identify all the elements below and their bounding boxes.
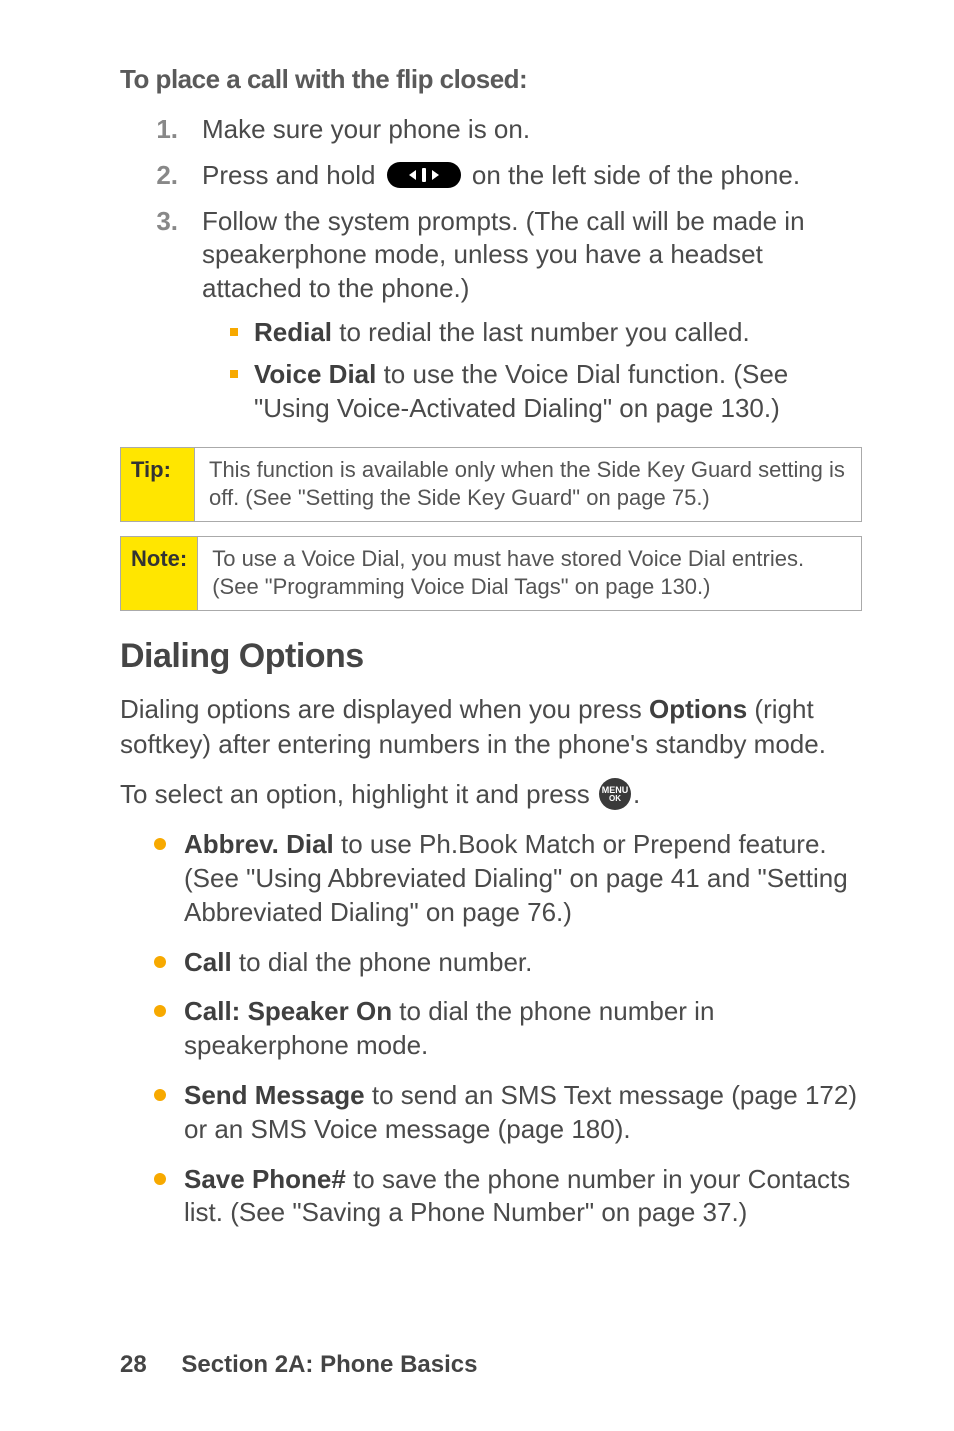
page-footer: 28 Section 2A: Phone Basics bbox=[120, 1351, 477, 1379]
tip-callout: Tip: This function is available only whe… bbox=[120, 447, 862, 522]
options-list: Abbrev. Dial to use Ph.Book Match or Pre… bbox=[154, 828, 862, 1230]
icon-line2: OK bbox=[609, 795, 621, 803]
paragraph-2: To select an option, highlight it and pr… bbox=[120, 777, 862, 812]
bold-label: Voice Dial bbox=[254, 359, 376, 389]
section-heading: Dialing Options bbox=[120, 637, 862, 676]
step-text-post: on the left side of the phone. bbox=[472, 160, 800, 190]
note-body: To use a Voice Dial, you must have store… bbox=[198, 537, 861, 610]
sub-bullet-voice-dial: Voice Dial to use the Voice Dial functio… bbox=[230, 358, 862, 426]
step-text: Press and hold on the left side of the p… bbox=[202, 159, 862, 193]
bold-label: Redial bbox=[254, 317, 332, 347]
option-abbrev-dial: Abbrev. Dial to use Ph.Book Match or Pre… bbox=[154, 828, 862, 929]
bold-label: Call: Speaker On bbox=[184, 996, 392, 1026]
step-number: 3. bbox=[154, 205, 178, 434]
step-2: 2. Press and hold on the left side of th… bbox=[154, 159, 862, 193]
step-3: 3. Follow the system prompts. (The call … bbox=[154, 205, 862, 434]
step-text: Follow the system prompts. (The call wil… bbox=[202, 205, 862, 434]
tip-label: Tip: bbox=[121, 448, 195, 521]
side-key-icon bbox=[387, 162, 461, 188]
paragraph-1: Dialing options are displayed when you p… bbox=[120, 692, 862, 761]
step-1: 1. Make sure your phone is on. bbox=[154, 113, 862, 147]
sub-bullets: Redial to redial the last number you cal… bbox=[230, 316, 862, 425]
step-text-pre: Press and hold bbox=[202, 160, 383, 190]
section-label: Section 2A: Phone Basics bbox=[181, 1351, 477, 1378]
note-label: Note: bbox=[121, 537, 198, 610]
bold-label: Call bbox=[184, 947, 232, 977]
note-callout: Note: To use a Voice Dial, you must have… bbox=[120, 536, 862, 611]
option-rest: to dial the phone number. bbox=[232, 947, 533, 977]
step-text: Make sure your phone is on. bbox=[202, 113, 862, 147]
subheading: To place a call with the flip closed: bbox=[120, 64, 862, 95]
option-send-message: Send Message to send an SMS Text message… bbox=[154, 1079, 862, 1147]
para-pre: To select an option, highlight it and pr… bbox=[120, 779, 597, 809]
para-pre: Dialing options are displayed when you p… bbox=[120, 694, 649, 724]
page-number: 28 bbox=[120, 1351, 147, 1378]
option-save-phone: Save Phone# to save the phone number in … bbox=[154, 1163, 862, 1231]
option-call-speaker-on: Call: Speaker On to dial the phone numbe… bbox=[154, 995, 862, 1063]
para-bold: Options bbox=[649, 694, 747, 724]
step-number: 2. bbox=[154, 159, 178, 193]
step-text-body: Follow the system prompts. (The call wil… bbox=[202, 206, 805, 304]
menu-ok-icon: MENUOK bbox=[599, 778, 631, 810]
sub-bullet-redial: Redial to redial the last number you cal… bbox=[230, 316, 862, 350]
option-call: Call to dial the phone number. bbox=[154, 946, 862, 980]
tip-body: This function is available only when the… bbox=[195, 448, 861, 521]
bold-label: Abbrev. Dial bbox=[184, 829, 334, 859]
para-post: . bbox=[633, 779, 640, 809]
step-number: 1. bbox=[154, 113, 178, 147]
numbered-steps: 1. Make sure your phone is on. 2. Press … bbox=[154, 113, 862, 433]
bold-label: Send Message bbox=[184, 1080, 365, 1110]
bold-label: Save Phone# bbox=[184, 1164, 346, 1194]
bullet-rest: to redial the last number you called. bbox=[332, 317, 750, 347]
